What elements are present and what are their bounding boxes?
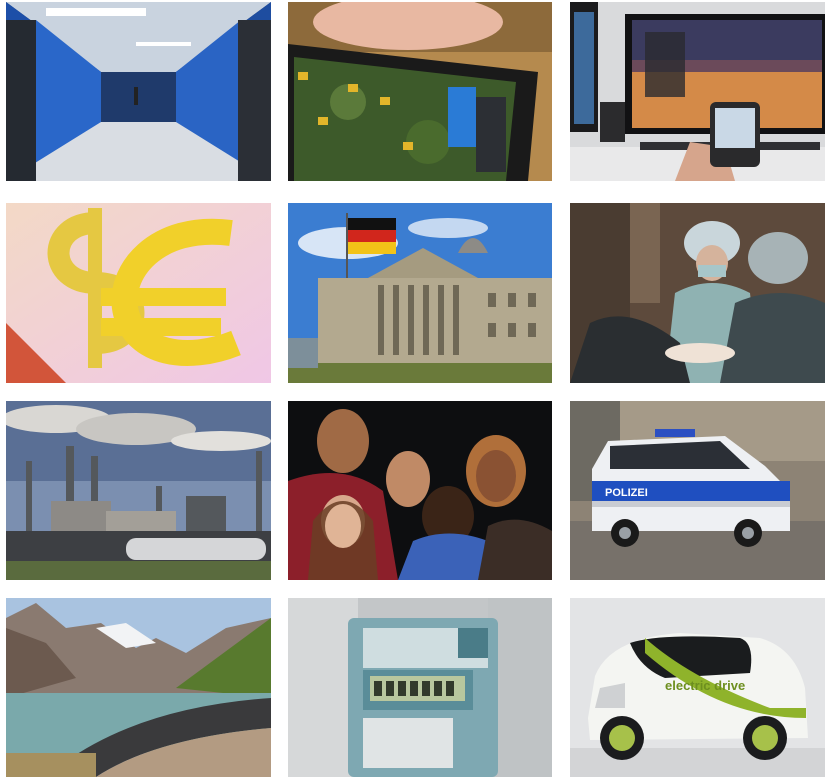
refinery-photo <box>6 401 271 580</box>
police-van-label: POLIZEI <box>605 487 648 499</box>
server-corridor-photo <box>6 2 271 181</box>
police-van-photo: POLIZEI <box>570 401 825 580</box>
currency-symbols-photo <box>6 203 271 383</box>
tablet-map-photo <box>288 2 552 181</box>
electric-meter-photo <box>288 598 552 777</box>
smart-tv-phone-photo <box>570 2 825 181</box>
surgeons-photo <box>570 203 825 383</box>
reservoir-dam-photo <box>6 598 271 777</box>
electric-car-label: electric drive <box>665 678 745 693</box>
group-people-photo <box>288 401 552 580</box>
reichstag-photo <box>288 203 552 383</box>
electric-car-photo: electric drive <box>570 598 825 777</box>
